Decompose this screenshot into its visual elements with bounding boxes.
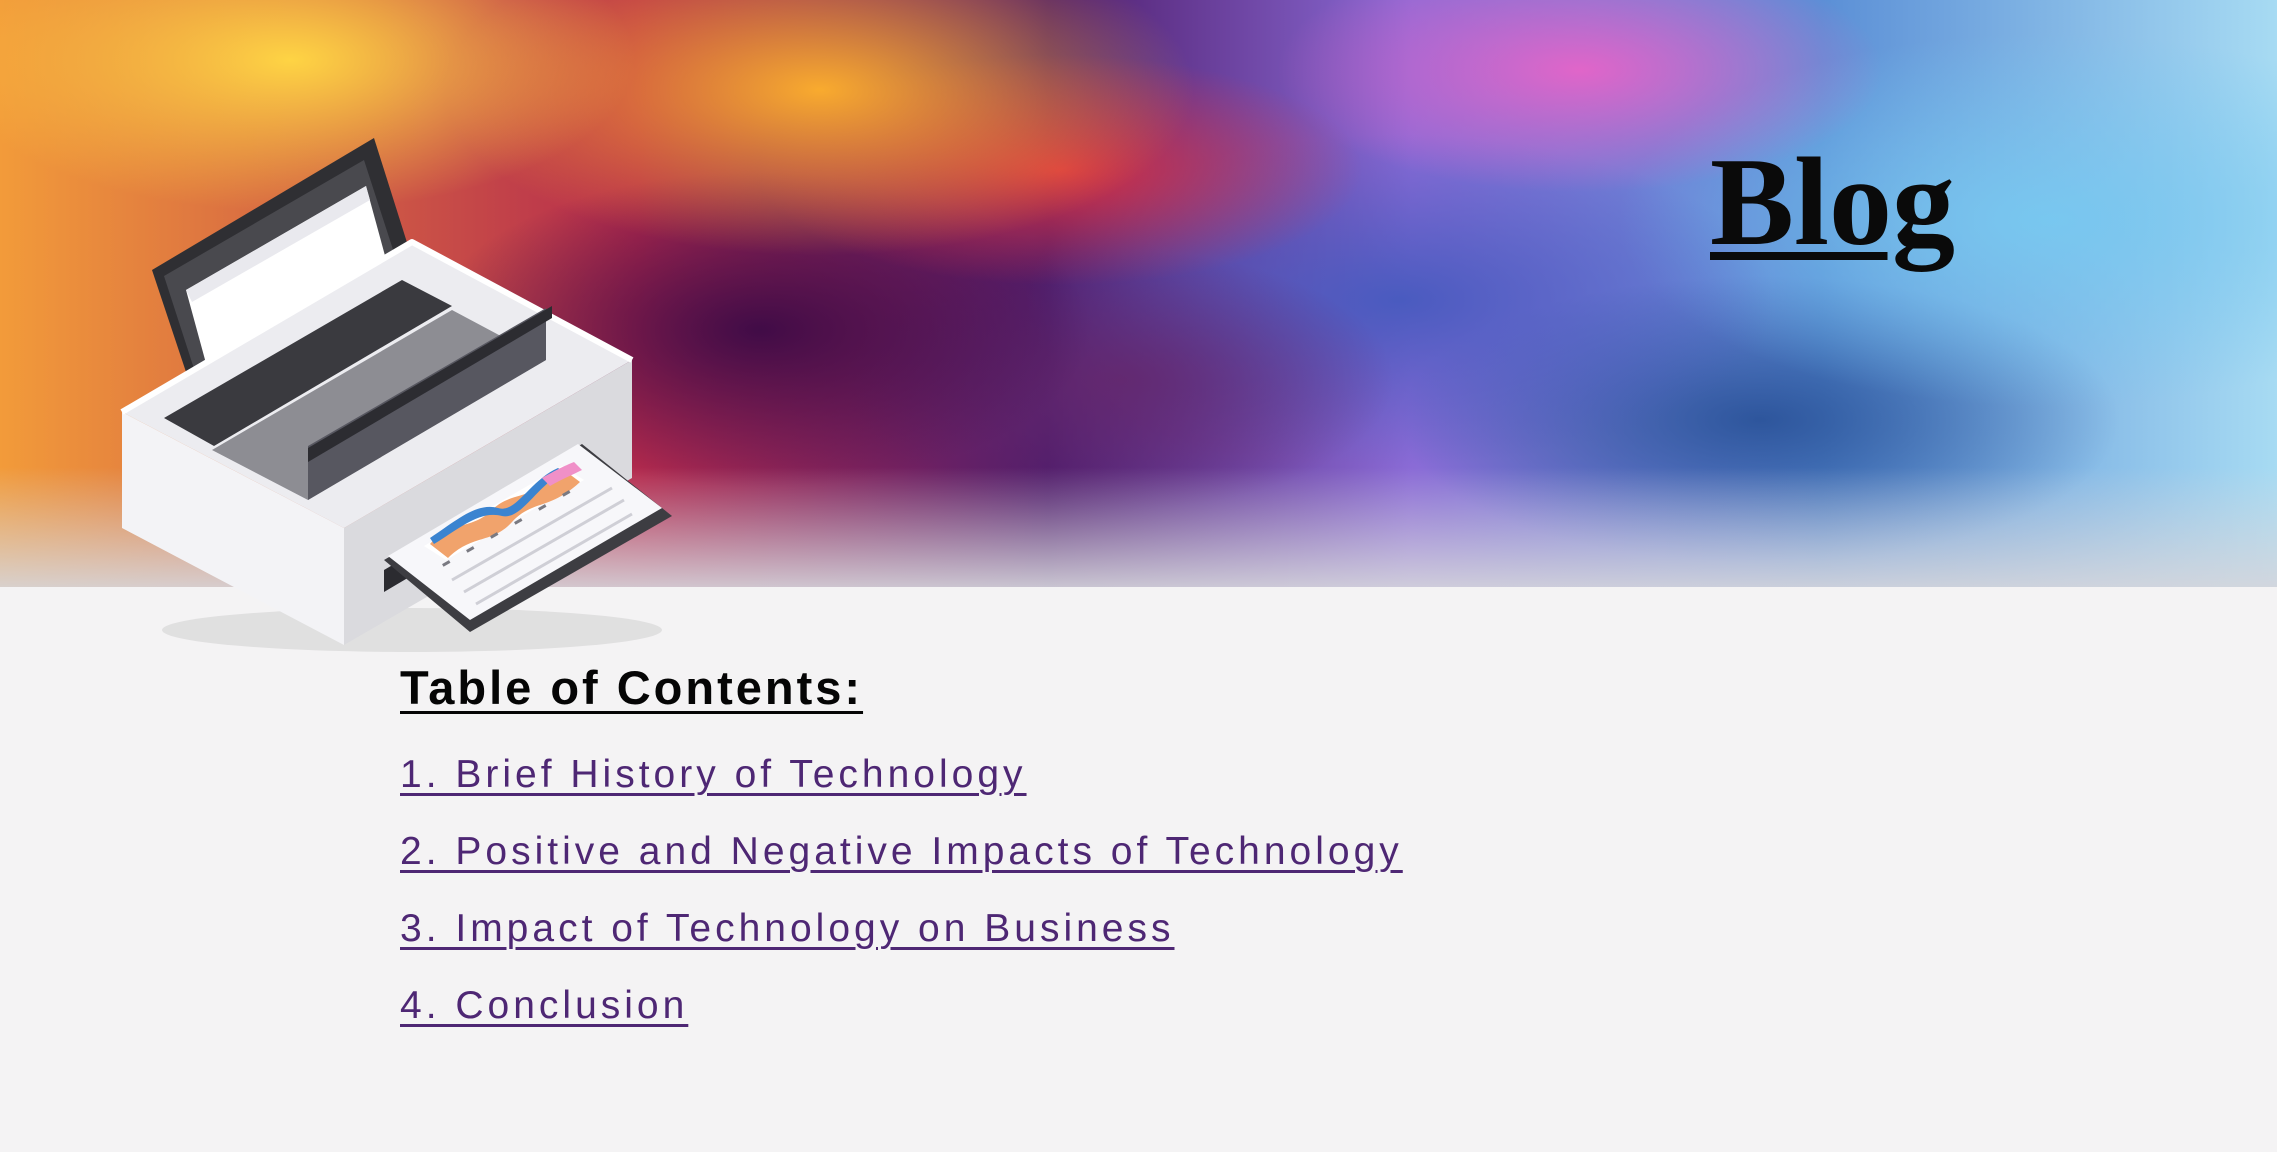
page-title: Blog <box>1710 133 1956 272</box>
toc-link-history[interactable]: 1. Brief History of Technology <box>400 753 1027 797</box>
toc-heading: Table of Contents: <box>400 661 864 714</box>
toc-link-conclusion[interactable]: 4. Conclusion <box>400 984 688 1028</box>
toc-item: 3. Impact of Technology on Business <box>400 890 2000 967</box>
toc-item: 4. Conclusion <box>400 967 2000 1044</box>
toc-link-impacts[interactable]: 2. Positive and Negative Impacts of Tech… <box>400 830 1403 874</box>
page: Blog Table of Contents: 1. Brief History… <box>0 0 2277 1152</box>
toc-list: 1. Brief History of Technology 2. Positi… <box>400 736 2000 1044</box>
main-content: Table of Contents: 1. Brief History of T… <box>400 660 2000 1044</box>
toc-item: 1. Brief History of Technology <box>400 736 2000 813</box>
toc-item: 2. Positive and Negative Impacts of Tech… <box>400 813 2000 890</box>
toc-link-business[interactable]: 3. Impact of Technology on Business <box>400 907 1175 951</box>
printer-icon <box>120 138 672 652</box>
